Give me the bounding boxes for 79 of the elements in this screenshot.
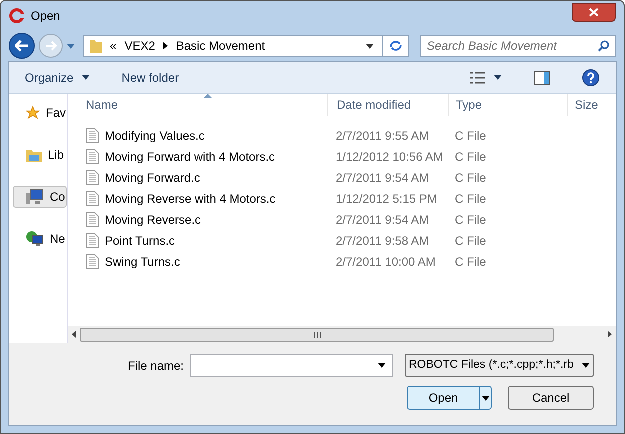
refresh-icon[interactable] xyxy=(388,40,402,52)
preview-pane-icon[interactable] xyxy=(534,70,550,84)
file-name-cell[interactable]: Moving Forward with 4 Motors.c xyxy=(105,148,276,166)
view-caret-icon xyxy=(494,75,502,80)
close-icon xyxy=(589,8,599,16)
scroll-thumb[interactable] xyxy=(80,328,554,342)
type-cell-text: C File xyxy=(454,170,488,186)
history-caret-icon xyxy=(67,44,75,48)
type-cell-text: C File xyxy=(454,212,488,228)
back-button[interactable] xyxy=(9,33,35,59)
file-name-cell[interactable]: Moving Reverse with 4 Motors.c xyxy=(105,190,276,208)
file-name-cell[interactable]: Swing Turns.c xyxy=(105,252,180,270)
split-caret-icon xyxy=(482,396,490,400)
help-icon[interactable] xyxy=(582,68,600,86)
file-name-cell[interactable]: Moving Forward.c xyxy=(105,168,200,186)
column-header[interactable]: Name xyxy=(68,94,327,116)
date-cell-text: 1/12/2012 10:56 AM xyxy=(335,148,444,166)
date-cell-text: 2/7/2011 9:54 AM xyxy=(335,212,430,228)
chevron-right-icon xyxy=(163,42,168,50)
document-icon xyxy=(86,233,99,248)
cancel-button[interactable]: Cancel xyxy=(508,386,594,410)
new-folder-button[interactable]: New folder xyxy=(122,68,180,86)
nav-item[interactable]: Fav xyxy=(13,102,67,124)
file-name-cell[interactable]: Point Turns.c xyxy=(105,232,176,250)
document-icon xyxy=(86,170,99,185)
date-cell-text: 1/12/2012 5:15 PM xyxy=(335,190,438,208)
date-cell-text: 2/7/2011 9:54 AM xyxy=(335,170,430,186)
column-header[interactable]: Type xyxy=(448,94,567,116)
organize-button[interactable]: Organize xyxy=(25,68,90,86)
star-icon xyxy=(26,105,40,121)
file-name-field[interactable] xyxy=(190,354,393,377)
window-title: Open xyxy=(31,8,60,25)
scroll-right-icon[interactable] xyxy=(608,331,612,338)
file-name-cell[interactable]: Moving Reverse.c xyxy=(105,210,202,228)
file-type-dropdown[interactable]: ROBOTC Files (*.c;*.cpp;*.h;*.rb xyxy=(405,354,594,377)
breadcrumb-overflow[interactable]: « xyxy=(110,37,117,55)
search-icon xyxy=(598,40,610,52)
type-cell-text: C File xyxy=(454,232,488,250)
nav-item[interactable]: Ne xyxy=(13,228,67,250)
view-list-icon[interactable] xyxy=(470,72,486,84)
nav-item[interactable]: Co xyxy=(13,186,67,208)
computer-icon xyxy=(26,189,44,205)
file-name-cell[interactable]: Modifying Values.c xyxy=(105,126,205,144)
type-cell-text: C File xyxy=(454,254,488,270)
document-icon xyxy=(86,128,99,143)
sort-arrow-icon xyxy=(204,94,212,98)
column-header[interactable]: Date modified xyxy=(327,94,448,116)
type-cell-text: C File xyxy=(454,190,488,208)
dropdown-caret-icon xyxy=(378,363,386,368)
breadcrumb-item[interactable]: VEX2 xyxy=(124,37,156,55)
horizontal-scrollbar[interactable] xyxy=(68,326,616,343)
document-icon xyxy=(86,149,99,164)
document-icon xyxy=(86,191,99,206)
document-icon xyxy=(86,254,99,269)
column-header[interactable]: Size xyxy=(567,94,607,116)
close-button[interactable] xyxy=(572,2,616,22)
dropdown-caret-icon xyxy=(366,44,374,48)
folder-icon xyxy=(26,148,42,162)
date-cell-text: 2/7/2011 10:00 AM xyxy=(335,254,437,270)
grip-icon xyxy=(314,332,320,338)
scroll-left-icon[interactable] xyxy=(72,331,76,338)
document-icon xyxy=(86,212,99,227)
file-name-label: File name: xyxy=(128,358,184,374)
folder-icon xyxy=(90,39,102,53)
network-icon xyxy=(26,231,44,247)
search-field[interactable]: Search Basic Movement xyxy=(420,35,616,57)
type-cell-text: C File xyxy=(454,148,488,166)
date-cell-text: 2/7/2011 9:55 AM xyxy=(335,128,430,144)
type-cell-text: C File xyxy=(454,128,488,144)
address-bar[interactable]: « VEX2 Basic Movement xyxy=(83,35,409,57)
caret-icon xyxy=(82,75,90,80)
arrow-right-icon xyxy=(45,41,57,51)
nav-item[interactable]: Lib xyxy=(13,144,67,166)
app-logo-icon xyxy=(9,8,25,24)
arrow-left-icon xyxy=(15,40,29,52)
caret-icon xyxy=(582,363,590,368)
date-cell-text: 2/7/2011 9:58 AM xyxy=(335,232,430,250)
breadcrumb-item[interactable]: Basic Movement xyxy=(176,37,266,55)
open-button[interactable]: Open xyxy=(407,386,492,410)
